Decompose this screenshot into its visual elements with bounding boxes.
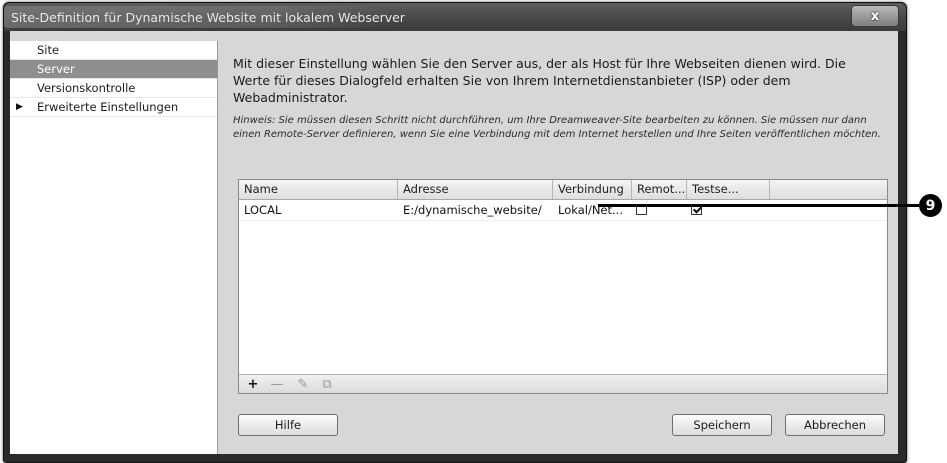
server-table: Name Adresse Verbindung Remot... Testse.… — [238, 179, 888, 394]
server-connection-cell: Lokal/Net... — [558, 203, 623, 217]
edit-server-button[interactable]: ✎ — [295, 376, 311, 392]
server-hint: Hinweis: Sie müssen diesen Schritt nicht… — [233, 115, 881, 140]
column-header-address[interactable]: Adresse — [398, 180, 553, 199]
column-header-testserver[interactable]: Testse... — [687, 180, 770, 199]
column-header-remote[interactable]: Remot... — [632, 180, 687, 199]
category-label: Server — [37, 62, 75, 76]
column-header-connection[interactable]: Verbindung — [553, 180, 632, 199]
close-icon: x — [870, 8, 880, 24]
category-label: Versionskontrolle — [37, 81, 136, 95]
callout-line — [598, 204, 920, 207]
category-label: Site — [37, 43, 60, 57]
table-toolbar: + — ✎ ⧉ — [239, 374, 887, 393]
expand-arrow-icon[interactable]: ▶ — [16, 98, 23, 117]
add-server-button[interactable]: + — [245, 376, 261, 392]
duplicate-icon: ⧉ — [322, 376, 332, 392]
title-bar[interactable]: Site-Definition für Dynamische Website m… — [4, 3, 906, 31]
dialog-content: Site Server Versionskontrolle ▶ Erweiter… — [10, 31, 898, 454]
server-name-cell: LOCAL — [244, 203, 282, 217]
dialog-title: Site-Definition für Dynamische Website m… — [11, 10, 405, 25]
category-label: Erweiterte Einstellungen — [37, 100, 179, 114]
callout-badge: 9 — [919, 194, 942, 217]
category-item-erweiterte-einstellungen[interactable]: ▶ Erweiterte Einstellungen — [10, 98, 217, 117]
help-button[interactable]: Hilfe — [238, 414, 338, 436]
save-button[interactable]: Speichern — [672, 414, 772, 436]
pencil-icon: ✎ — [297, 376, 309, 392]
column-header-name[interactable]: Name — [239, 180, 398, 199]
site-definition-dialog: Site-Definition für Dynamische Website m… — [3, 2, 907, 463]
minus-icon: — — [270, 376, 284, 392]
table-header: Name Adresse Verbindung Remot... Testse.… — [239, 180, 887, 200]
duplicate-server-button[interactable]: ⧉ — [319, 376, 335, 392]
server-description: Mit dieser Einstellung wählen Sie den Se… — [233, 56, 846, 105]
category-item-site[interactable]: Site — [10, 41, 217, 60]
category-item-server[interactable]: Server — [10, 60, 217, 79]
close-button[interactable]: x — [851, 5, 899, 27]
cancel-button[interactable]: Abbrechen — [785, 414, 885, 436]
plus-icon: + — [247, 376, 259, 392]
server-address-cell: E:/dynamische_website/ — [403, 203, 542, 217]
category-list: Site Server Versionskontrolle ▶ Erweiter… — [10, 41, 218, 454]
category-item-versionskontrolle[interactable]: Versionskontrolle — [10, 79, 217, 98]
remove-server-button[interactable]: — — [269, 376, 285, 392]
